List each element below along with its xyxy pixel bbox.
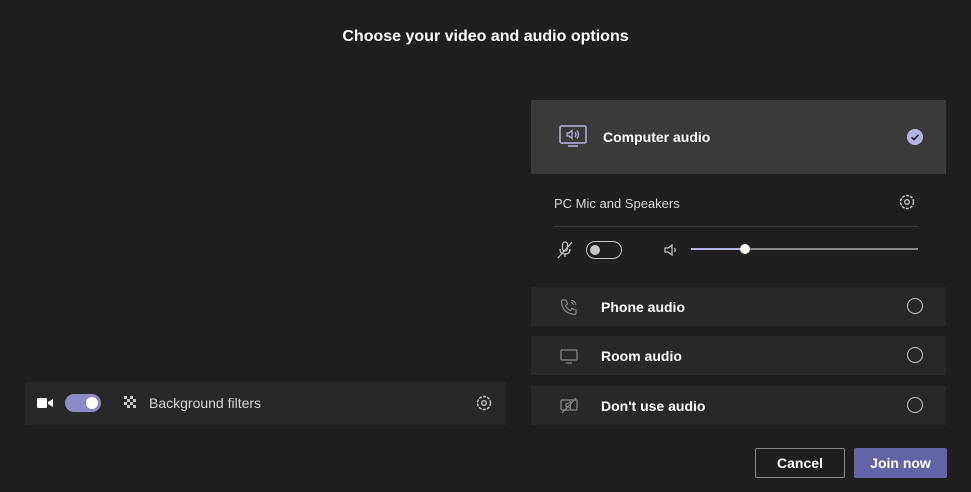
speaker-icon bbox=[664, 243, 676, 257]
option-label: Computer audio bbox=[603, 129, 711, 145]
no-audio-option[interactable]: Don't use audio bbox=[531, 386, 946, 425]
gear-icon[interactable] bbox=[475, 394, 493, 412]
device-settings-gear-icon[interactable] bbox=[898, 193, 916, 211]
phone-icon bbox=[560, 299, 577, 316]
option-label: Room audio bbox=[601, 348, 682, 364]
volume-slider-fill bbox=[691, 248, 746, 250]
room-audio-radio[interactable] bbox=[907, 347, 923, 363]
divider bbox=[554, 226, 918, 227]
mic-off-icon bbox=[557, 241, 573, 259]
computer-speaker-icon bbox=[559, 125, 587, 147]
mic-toggle[interactable] bbox=[586, 241, 622, 259]
option-label: Phone audio bbox=[601, 299, 685, 315]
option-label: Don't use audio bbox=[601, 398, 706, 414]
room-audio-option[interactable]: Room audio bbox=[531, 336, 946, 375]
no-audio-radio[interactable] bbox=[907, 397, 923, 413]
checkmark-icon bbox=[907, 129, 923, 145]
video-controls-bar: Background filters bbox=[25, 382, 506, 425]
computer-audio-option[interactable]: Computer audio bbox=[531, 100, 946, 174]
phone-audio-option[interactable]: Phone audio bbox=[531, 287, 946, 326]
cancel-button[interactable]: Cancel bbox=[755, 448, 845, 478]
join-options-screen: Choose your video and audio options Back… bbox=[0, 0, 971, 492]
video-preview bbox=[25, 100, 506, 382]
volume-slider-thumb[interactable] bbox=[740, 244, 751, 254]
background-filters-button[interactable]: Background filters bbox=[149, 395, 261, 411]
video-camera-icon bbox=[37, 398, 53, 408]
background-filter-icon[interactable] bbox=[124, 396, 138, 410]
speaker-off-icon bbox=[560, 397, 578, 414]
audio-device-label: PC Mic and Speakers bbox=[554, 196, 680, 211]
join-now-button[interactable]: Join now bbox=[854, 448, 947, 478]
phone-audio-radio[interactable] bbox=[907, 298, 923, 314]
audio-device-panel: PC Mic and Speakers bbox=[531, 174, 946, 282]
toggle-knob bbox=[86, 397, 98, 409]
toggle-knob bbox=[590, 245, 600, 255]
camera-toggle[interactable] bbox=[65, 394, 101, 412]
page-title: Choose your video and audio options bbox=[342, 28, 629, 45]
monitor-icon bbox=[560, 349, 578, 364]
volume-slider[interactable] bbox=[691, 244, 918, 254]
